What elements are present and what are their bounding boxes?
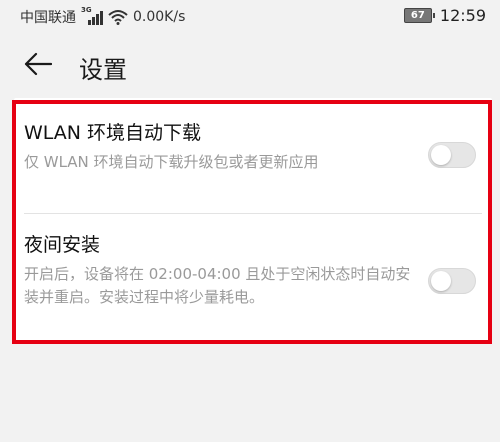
status-left: 中国联通 3G 0.00K/s [20, 6, 186, 27]
network-speed: 0.00K/s [133, 9, 186, 25]
status-bar: 中国联通 3G 0.00K/s 67 12:59 [0, 0, 500, 34]
page-header: 设置 [0, 34, 500, 98]
setting-description: 仅 WLAN 环境自动下载升级包或者更新应用 [24, 153, 319, 171]
page-title: 设置 [79, 56, 127, 84]
battery-level: 67 [410, 10, 425, 21]
cell-signal-icon: 3G [81, 6, 103, 25]
divider [24, 213, 482, 214]
setting-wlan-auto-download[interactable]: WLAN 环境自动下载 仅 WLAN 环境自动下载升级包或者更新应用 [24, 118, 494, 174]
arrow-left-icon[interactable] [24, 52, 52, 76]
setting-title: 夜间安装 [24, 234, 101, 256]
night-install-toggle[interactable] [428, 268, 476, 294]
setting-title: WLAN 环境自动下载 [24, 122, 202, 144]
setting-night-install[interactable]: 夜间安装 开启后，设备将在 02:00-04:00 且处于空闲状态时自动安装并重… [24, 230, 494, 309]
wlan-auto-download-toggle[interactable] [428, 142, 476, 168]
status-right: 67 12:59 [403, 6, 486, 25]
status-time: 12:59 [439, 6, 486, 25]
wifi-icon [108, 10, 128, 25]
battery-icon: 67 [403, 8, 435, 23]
carrier-name: 中国联通 [20, 10, 76, 26]
setting-description: 开启后，设备将在 02:00-04:00 且处于空闲状态时自动安装并重启。安装过… [24, 265, 411, 306]
